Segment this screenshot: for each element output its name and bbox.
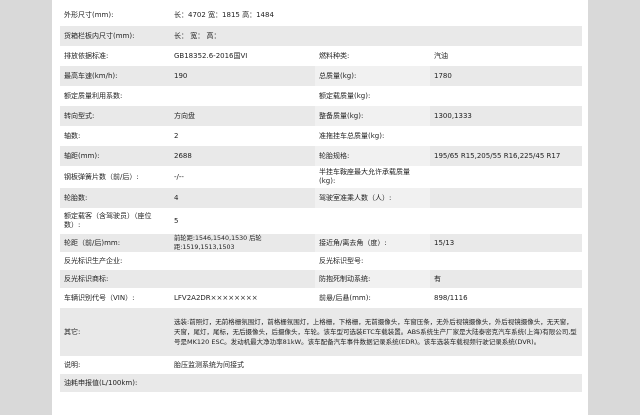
row-value: LFV2A2DR×××××××× [174,293,258,302]
row-value: 190 [174,71,188,80]
row-label: 最高车速(km/h): [64,71,118,80]
row-label-2: 反光标识型号: [319,256,364,265]
table-row: 最高车速(km/h): 190 总质量(kg): 1780 [60,66,582,86]
table-row: 轴数: 2 准拖挂车总质量(kg): [60,126,582,146]
row-label-2: 额定载质量(kg): [319,91,371,100]
row-value [170,86,315,106]
row-label: 排放依据标准: [64,51,109,60]
row-label: 额定质量利用系数: [64,91,123,100]
row-value-2: 195/65 R15,205/55 R16,225/45 R17 [434,151,561,160]
row-label: 转向型式: [64,111,95,120]
row-value [170,270,315,288]
table-row: 轮距（前/后)mm: 前轮距:1546,1540,1530 后轮距:1519,1… [60,234,582,252]
row-value: 4 [174,193,179,202]
row-label: 车辆识别代号（VIN）: [64,293,135,302]
row-value-2: 汽油 [434,51,448,60]
table-row: 车辆识别代号（VIN）: LFV2A2DR×××××××× 前悬/后悬(mm):… [60,288,582,308]
row-label: 外形尺寸(mm): [64,10,114,19]
table-row: 额定质量利用系数: 额定载质量(kg): [60,86,582,106]
row-label: 轴数: [64,131,81,140]
row-label: 额定载客（含驾驶员）（座位数）: [64,212,152,229]
row-value-2 [430,126,582,146]
table-row: 外形尺寸(mm): 长：4702 宽：1815 高：1484 [60,4,582,26]
row-label: 轮距（前/后)mm: [64,238,121,247]
table-row: 其它: 选装:前照灯，无前格栅氛围灯，前格栅氛围灯，上格栅，下格栅，无前摄像头，… [60,308,582,356]
row-label: 反光标识生产企业: [64,256,123,265]
row-value: -/-- [174,172,184,181]
table-row: 轮胎数: 4 驾驶室准乘人数（人）: [60,188,582,208]
row-value-2: 898/1116 [434,293,468,302]
row-value-2: 有 [434,274,441,283]
document-page: 外形尺寸(mm): 长：4702 宽：1815 高：1484 货箱栏板内尺寸(m… [52,0,588,415]
row-label-2: 防抱死制动系统: [315,270,430,288]
row-value-2: 15/13 [434,238,455,247]
row-label: 油耗申报值(L/100km): [64,378,138,387]
row-value: 胎压监测系统为间接式 [174,360,244,369]
row-label-2: 半挂车鞍座最大允许承载质量(kg): [319,168,410,185]
table-row: 油耗申报值(L/100km): [60,374,582,392]
row-label-2: 前悬/后悬(mm): [319,293,371,302]
table-row: 货箱栏板内尺寸(mm): 长： 宽： 高： [60,26,582,46]
row-value-2: 1300,1333 [434,111,472,120]
row-value [170,374,582,392]
row-label: 说明: [64,360,81,369]
row-value-2 [430,166,582,188]
row-label: 轴距(mm): [64,151,100,160]
row-value: GB18352.6-2016国VI [174,51,248,60]
row-label-2: 轮胎规格: [315,146,430,166]
row-value: 长： 宽： 高： [174,31,221,40]
table-row: 轴距(mm): 2688 轮胎规格: 195/65 R15,205/55 R16… [60,146,582,166]
row-label: 轮胎数: [64,193,88,202]
table-row: 转向型式: 方向盘 整备质量(kg): 1300,1333 [60,106,582,126]
row-value [170,252,315,270]
table-row: 排放依据标准: GB18352.6-2016国VI 燃料种类: 汽油 [60,46,582,66]
row-value: 前轮距:1546,1540,1530 后轮距:1519,1513,1503 [174,235,262,251]
table-row: 说明: 胎压监测系统为间接式 [60,356,582,374]
row-label-2: 接近角/离去角（度）: [315,234,430,252]
table-row: 钢板弹簧片数（前/后）: -/-- 半挂车鞍座最大允许承载质量(kg): [60,166,582,188]
row-label-2: 整备质量(kg): [315,106,430,126]
row-label: 货箱栏板内尺寸(mm): [64,31,135,40]
row-label-2: 驾驶室准乘人数（人）: [315,188,430,208]
table-row: 反光标识商标: 防抱死制动系统: 有 [60,270,582,288]
row-value: 2 [174,131,179,140]
row-label-2: 燃料种类: [319,51,350,60]
row-label: 其它: [64,327,81,336]
row-value: 5 [174,216,179,225]
table-row: 额定载客（含驾驶员）（座位数）: 5 [60,208,582,234]
row-label: 钢板弹簧片数（前/后）: [64,172,139,181]
row-value: 2688 [174,151,192,160]
row-label-2: 总质量(kg): [315,66,430,86]
row-value: 选装:前照灯，无前格栅氛围灯，前格栅氛围灯，上格栅，下格栅，无前摄像头，车窗压条… [174,318,577,346]
row-value-2 [430,86,582,106]
row-value-2 [430,188,582,208]
row-label-2: 准拖挂车总质量(kg): [319,131,385,140]
row-label: 反光标识商标: [64,274,109,283]
row-value: 方向盘 [174,111,195,120]
row-value: 长：4702 宽：1815 高：1484 [174,10,274,19]
row-value-2 [430,252,582,270]
table-row: 反光标识生产企业: 反光标识型号: [60,252,582,270]
row-value-2: 1780 [434,71,452,80]
